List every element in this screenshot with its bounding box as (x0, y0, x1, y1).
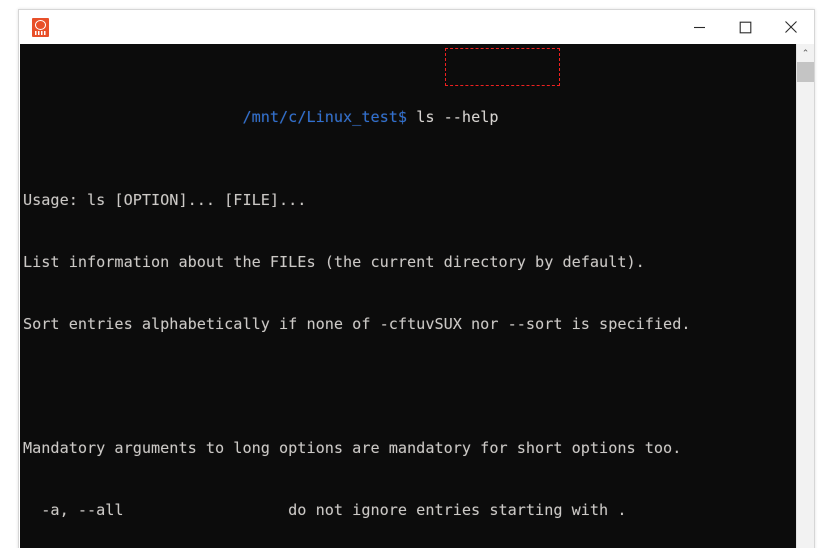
terminal-text: /mnt/c/Linux_test$ ls --help Usage: ls [… (21, 45, 796, 548)
minimize-button[interactable] (676, 11, 722, 44)
output-line: List information about the FILEs (the cu… (23, 253, 645, 271)
terminal-screen[interactable]: /mnt/c/Linux_test$ ls --help Usage: ls [… (20, 44, 796, 548)
prompt-command: ls --help (416, 108, 499, 127)
maximize-button[interactable] (722, 11, 768, 44)
close-button[interactable] (768, 11, 814, 44)
prompt-leading-blank (23, 108, 242, 126)
prompt-line: /mnt/c/Linux_test$ ls --help (23, 107, 796, 128)
output-line: Mandatory arguments to long options are … (23, 439, 682, 458)
terminal-body: /mnt/c/Linux_test$ ls --help Usage: ls [… (20, 44, 814, 548)
terminal-window: /mnt/c/Linux_test$ ls --help Usage: ls [… (18, 9, 815, 548)
vertical-scrollbar[interactable]: ⌃ (796, 44, 814, 548)
output-line: -a, --all do not ignore entries starting… (23, 501, 627, 520)
output-line: Sort entries alphabetically if none of -… (23, 315, 691, 334)
prompt-path: /mnt/c/Linux_test$ (242, 108, 408, 127)
screen-root: /mnt/c/Linux_test$ ls --help Usage: ls [… (0, 0, 822, 548)
scroll-up-arrow-icon[interactable]: ⌃ (797, 44, 814, 62)
scrollbar-thumb[interactable] (797, 62, 814, 82)
output-line: Usage: ls [OPTION]... [FILE]... (23, 190, 307, 209)
window-titlebar[interactable] (19, 10, 814, 44)
terminal-app-icon (32, 17, 49, 37)
